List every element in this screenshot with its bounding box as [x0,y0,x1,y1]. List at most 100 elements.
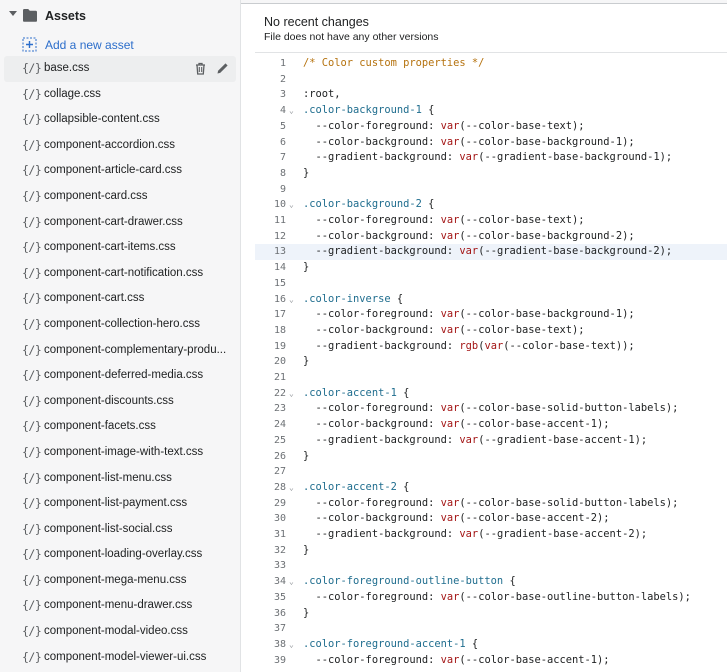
code-line[interactable]: 27 [255,464,727,480]
code-line[interactable]: 10 ⌄ .color-background-2 { [255,197,727,213]
code-line[interactable]: 26} [255,449,727,465]
file-list-item[interactable]: {/} component-cart-notification.css [4,261,236,287]
code-line[interactable]: 9 [255,182,727,198]
file-name: component-collection-hero.css [44,317,200,330]
code-token: .color-foreground-outline-button [303,575,504,588]
file-list-item[interactable]: {/} component-discounts.css [4,389,236,415]
code-line[interactable]: 3:root, [255,87,727,103]
code-token: (--color-base-outline-button-labels); [459,590,691,603]
code-token: { [396,386,410,399]
top-divider [241,0,727,4]
code-text: --color-foreground: var(--color-base-sol… [303,496,679,512]
code-token: var [440,119,460,132]
code-token: (--gradient-base-accent-1); [478,433,648,446]
file-list-item[interactable]: {/} component-model-viewer-ui.css [4,645,236,671]
pencil-icon[interactable] [215,61,230,76]
file-list-item[interactable]: {/} component-list-menu.css [4,466,236,492]
code-line[interactable]: 7 --gradient-background: var(--gradient-… [255,150,727,166]
code-line[interactable]: 22 ⌄ .color-accent-1 { [255,386,727,402]
chevron-down-icon[interactable]: ⌄ [289,103,294,119]
chevron-down-icon[interactable]: ⌄ [289,480,294,496]
file-list-item[interactable]: {/} component-image-with-text.css [4,440,236,466]
file-list-item[interactable]: {/} collage.css [4,82,236,108]
file-list-item[interactable]: {/} base.css [4,56,236,82]
file-list-item[interactable]: {/} component-cart.css [4,286,236,312]
code-text: :root, [303,87,341,103]
code-line[interactable]: 36} [255,606,727,622]
chevron-down-icon[interactable]: ⌄ [289,386,294,402]
trash-icon[interactable] [193,61,208,76]
file-list-item[interactable]: {/} component-loading-overlay.css [4,542,236,568]
code-line[interactable]: 28 ⌄ .color-accent-2 { [255,480,727,496]
file-list-item[interactable]: {/} component-deferred-media.css [4,363,236,389]
code-text: --color-foreground: var(--color-base-tex… [303,119,585,135]
code-line[interactable]: 37 [255,621,727,637]
code-line[interactable]: 6 --color-background: var(--color-base-b… [255,135,727,151]
code-line[interactable]: 4 ⌄ .color-background-1 { [255,103,727,119]
code-line[interactable]: 32} [255,543,727,559]
code-line[interactable]: 1 /* Color custom properties */ [255,56,727,72]
code-line[interactable]: 14} [255,260,727,276]
file-list-item[interactable]: {/} component-complementary-produ... [4,338,236,364]
file-list-item[interactable]: {/} component-list-payment.css [4,491,236,517]
code-line[interactable]: 18 --color-background: var(--color-base-… [255,323,727,339]
code-line[interactable]: 16 ⌄ .color-inverse { [255,292,727,308]
line-number: 15 [273,277,286,289]
code-line[interactable]: 2 [255,72,727,88]
code-line[interactable]: 38 ⌄ .color-foreground-accent-1 { [255,637,727,653]
code-token: .color-inverse [303,292,391,305]
code-line[interactable]: 19 --gradient-background: rgb(var(--colo… [255,339,727,355]
code-line[interactable]: 17 --color-foreground: var(--color-base-… [255,307,727,323]
file-list-item[interactable]: {/} component-collection-hero.css [4,312,236,338]
chevron-down-icon[interactable]: ⌄ [289,574,294,590]
file-list-item[interactable]: {/} component-accordion.css [4,133,236,159]
code-line[interactable]: 25 --gradient-background: var(--gradient… [255,433,727,449]
chevron-down-icon[interactable]: ⌄ [289,292,294,308]
code-line[interactable]: 35 --color-foreground: var(--color-base-… [255,590,727,606]
code-token: .color-background-2 [303,198,422,211]
code-line[interactable]: 20} [255,354,727,370]
code-token: var [459,528,479,540]
assets-folder-row[interactable]: Assets [0,4,240,28]
file-name: component-card.css [44,189,148,202]
code-line[interactable]: 15 [255,276,727,292]
line-number: 37 [273,623,286,635]
code-editor[interactable]: 1/* Color custom properties */2 3:root, 4 ⌄… [255,53,727,672]
file-list-item[interactable]: {/} component-cart-items.css [4,235,236,261]
file-list-item[interactable]: {/} component-menu-drawer.css [4,593,236,619]
file-list-item[interactable]: {/} component-card.css [4,184,236,210]
code-line[interactable]: 23 --color-foreground: var(--color-base-… [255,401,727,417]
code-line[interactable]: 8} [255,166,727,182]
file-list-item[interactable]: {/} collapsible-content.css [4,107,236,133]
editor-panel: No recent changes File does not have any… [241,0,727,672]
chevron-down-icon[interactable]: ⌄ [289,197,294,213]
code-line[interactable]: 29 --color-foreground: var(--color-base-… [255,496,727,512]
code-line[interactable]: 30 --color-background: var(--color-base-… [255,511,727,527]
code-line[interactable]: 39 --color-foreground: var(--color-base-… [255,653,727,669]
code-text: .color-foreground-outline-button { [303,574,516,590]
code-token: var [459,245,479,258]
code-file-icon: {/} [22,368,42,383]
chevron-down-icon[interactable]: ⌄ [289,637,294,653]
code-line[interactable]: 24 --color-background: var(--color-base-… [255,417,727,433]
file-list-item[interactable]: {/} component-article-card.css [4,158,236,184]
code-line[interactable]: 33 [255,558,727,574]
line-number: 24 [273,419,286,431]
file-list-item[interactable]: {/} component-facets.css [4,414,236,440]
file-list-item[interactable]: {/} component-modal-video.css [4,619,236,645]
code-text: .color-accent-1 { [303,386,409,402]
caret-down-icon[interactable] [9,11,17,16]
file-list-item[interactable]: {/} component-list-social.css [4,517,236,543]
file-list-item[interactable]: {/} component-mega-menu.css [4,568,236,594]
code-line[interactable]: 5 --color-foreground: var(--color-base-t… [255,119,727,135]
code-line[interactable]: 11 --color-foreground: var(--color-base-… [255,213,727,229]
code-line[interactable]: 13 --gradient-background: var(--gradient… [255,244,727,261]
code-line[interactable]: 31 --gradient-background: var(--gradient… [255,527,727,543]
file-list-item[interactable]: {/} component-cart-drawer.css [4,210,236,236]
code-line[interactable]: 21 [255,370,727,386]
code-token: (--color-base-accent-1); [459,418,610,431]
code-line[interactable]: 12 --color-background: var(--color-base-… [255,229,727,245]
code-line[interactable]: 34 ⌄ .color-foreground-outline-button { [255,574,727,590]
add-asset-link[interactable]: Add a new asset [0,34,240,56]
file-name: component-loading-overlay.css [44,548,203,561]
